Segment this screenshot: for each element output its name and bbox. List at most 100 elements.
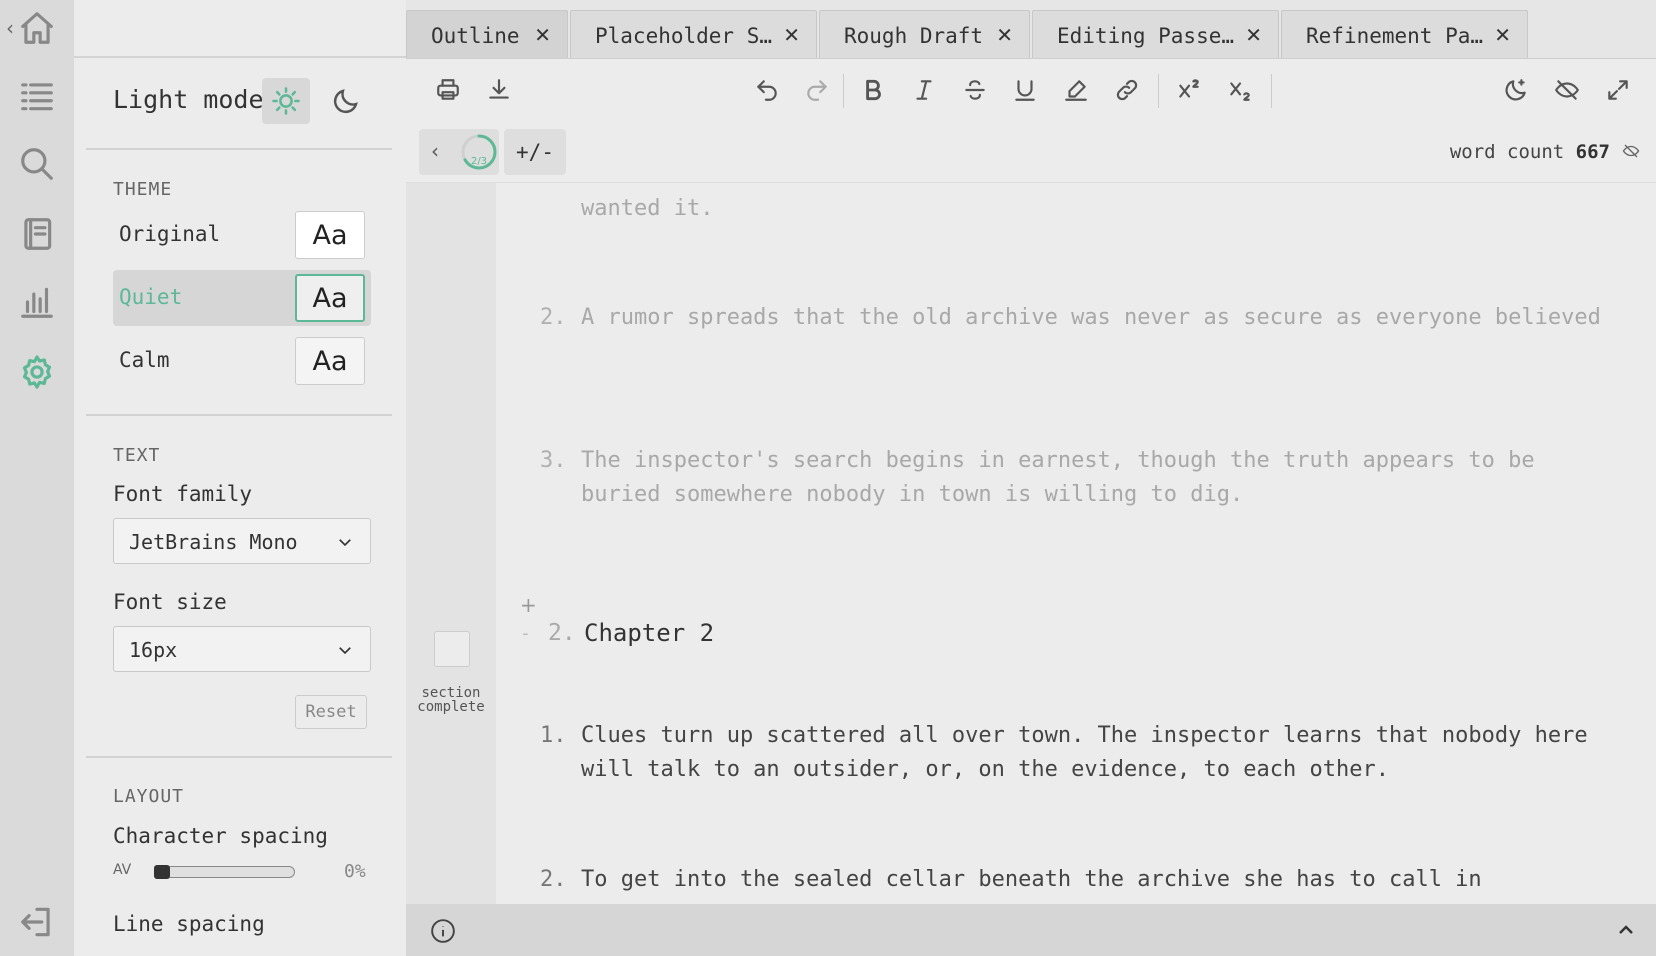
settings-button[interactable] [0, 346, 74, 398]
home-icon [21, 12, 53, 44]
word-count: word count 667 [1450, 141, 1610, 163]
progress-button[interactable]: ‹ 2/3 [419, 129, 499, 175]
redo-button[interactable] [799, 72, 835, 108]
list-item-text[interactable]: To get into the sealed cellar beneath th… [581, 863, 1621, 897]
strikethrough-button[interactable] [957, 72, 993, 108]
chapter-title[interactable]: Chapter 2 [584, 619, 714, 647]
tab-refinement-pass[interactable]: Refinement Pa… ✕ [1281, 10, 1528, 59]
tab-label: Refinement Pa… [1306, 24, 1484, 48]
theme-option-original[interactable]: Original Aa [113, 207, 371, 263]
link-button[interactable] [1109, 72, 1145, 108]
tab-editing-passes[interactable]: Editing Passe… ✕ [1032, 10, 1279, 59]
theme-name: Calm [119, 348, 170, 372]
layout-section-title: LAYOUT [113, 786, 185, 807]
undo-icon [757, 80, 777, 101]
bold-icon [866, 79, 881, 101]
chevron-up-icon [1619, 925, 1633, 934]
document-area[interactable]: wanted it. 2. A rumor spreads that the o… [406, 182, 1656, 904]
list-item-text[interactable]: A rumor spreads that the old archive was… [581, 301, 1621, 335]
print-icon [437, 79, 459, 100]
hide-button[interactable] [1549, 72, 1585, 108]
list-item-number: 2. [540, 867, 567, 892]
close-icon[interactable]: ✕ [1494, 23, 1511, 47]
font-family-value: JetBrains Mono [129, 530, 298, 554]
dark-mode-button[interactable] [322, 78, 370, 124]
italic-icon [916, 80, 932, 100]
light-mode-button[interactable] [262, 78, 310, 124]
tab-rough-draft[interactable]: Rough Draft ✕ [819, 10, 1030, 59]
night-mode-icon [1505, 79, 1526, 101]
info-icon [431, 919, 455, 943]
collapse-section-button[interactable]: - [520, 623, 531, 644]
editor-toolbar [406, 58, 1656, 120]
close-icon[interactable]: ✕ [783, 23, 800, 47]
theme-sample: Aa [295, 211, 365, 259]
undo-button[interactable] [749, 72, 785, 108]
outline-list-icon [21, 83, 53, 111]
fullscreen-button[interactable] [1600, 72, 1636, 108]
chevron-left-icon: ‹ [431, 139, 439, 163]
list-item-text[interactable]: wanted it. [581, 192, 1621, 226]
theme-sample: Aa [295, 274, 365, 322]
font-family-select[interactable]: JetBrains Mono [113, 518, 371, 564]
theme-option-quiet[interactable]: Quiet Aa [113, 270, 371, 326]
notebook-button[interactable] [0, 208, 74, 260]
print-button[interactable] [430, 72, 466, 108]
list-item-number: 3. [540, 448, 567, 473]
close-icon[interactable]: ✕ [996, 23, 1013, 47]
close-icon[interactable]: ✕ [1245, 23, 1262, 47]
moon-icon [333, 89, 358, 114]
fullscreen-icon [1608, 80, 1628, 100]
character-spacing-label: Character spacing [113, 824, 328, 848]
list-item-text[interactable]: Clues turn up scattered all over town. T… [581, 719, 1621, 787]
text-section-title: TEXT [113, 445, 161, 466]
highlighter-icon [1065, 80, 1087, 101]
italic-button[interactable] [906, 72, 942, 108]
chapter-number: 2. [548, 620, 576, 646]
subscript-button[interactable] [1222, 72, 1258, 108]
outline-button[interactable] [0, 70, 74, 122]
character-spacing-slider[interactable] [154, 866, 295, 878]
expand-panel-button[interactable] [1614, 918, 1638, 942]
font-size-select[interactable]: 16px [113, 626, 371, 672]
list-item-number: 1. [540, 723, 567, 748]
highlight-button[interactable] [1058, 72, 1094, 108]
superscript-icon [1179, 79, 1199, 98]
document-subbar: ‹ 2/3 +/- word count 667 [406, 120, 1656, 182]
tab-placeholder[interactable]: Placeholder S… ✕ [570, 10, 817, 59]
theme-option-calm[interactable]: Calm Aa [113, 333, 371, 389]
section-complete-label: section complete [417, 685, 485, 715]
exit-button[interactable] [0, 896, 74, 948]
add-section-button[interactable]: + [520, 593, 537, 617]
underline-icon [1015, 80, 1035, 101]
bold-button[interactable] [855, 72, 891, 108]
tab-label: Rough Draft [844, 24, 984, 48]
section-complete-checkbox[interactable] [434, 631, 470, 667]
sun-icon [272, 87, 300, 115]
stats-button[interactable] [0, 276, 74, 328]
close-icon[interactable]: ✕ [534, 23, 551, 47]
line-spacing-label: Line spacing [113, 912, 265, 936]
progress-text: 2/3 [470, 156, 488, 167]
night-mode-button[interactable] [1498, 72, 1534, 108]
slider-thumb[interactable] [154, 865, 170, 879]
superscript-button[interactable] [1171, 72, 1207, 108]
search-icon [21, 148, 53, 180]
underline-button[interactable] [1007, 72, 1043, 108]
download-icon [489, 79, 509, 99]
hide-word-count-icon[interactable] [1622, 142, 1640, 160]
link-icon [1116, 79, 1138, 101]
font-size-value: 16px [129, 638, 178, 662]
reset-button[interactable]: Reset [295, 695, 367, 729]
settings-panel: Light mode THEME Original Aa Quiet Aa Ca… [74, 0, 406, 956]
download-button[interactable] [481, 72, 517, 108]
tab-outline[interactable]: Outline ✕ [406, 10, 568, 59]
list-item-text[interactable]: The inspector's search begins in earnest… [581, 444, 1621, 512]
expand-collapse-button[interactable]: +/- [504, 129, 566, 175]
home-button[interactable] [0, 2, 74, 54]
search-button[interactable] [0, 138, 74, 190]
chevron-down-icon [339, 647, 351, 655]
letter-spacing-icon: AV [113, 862, 132, 878]
info-button[interactable] [430, 918, 456, 944]
theme-name: Original [119, 222, 221, 246]
